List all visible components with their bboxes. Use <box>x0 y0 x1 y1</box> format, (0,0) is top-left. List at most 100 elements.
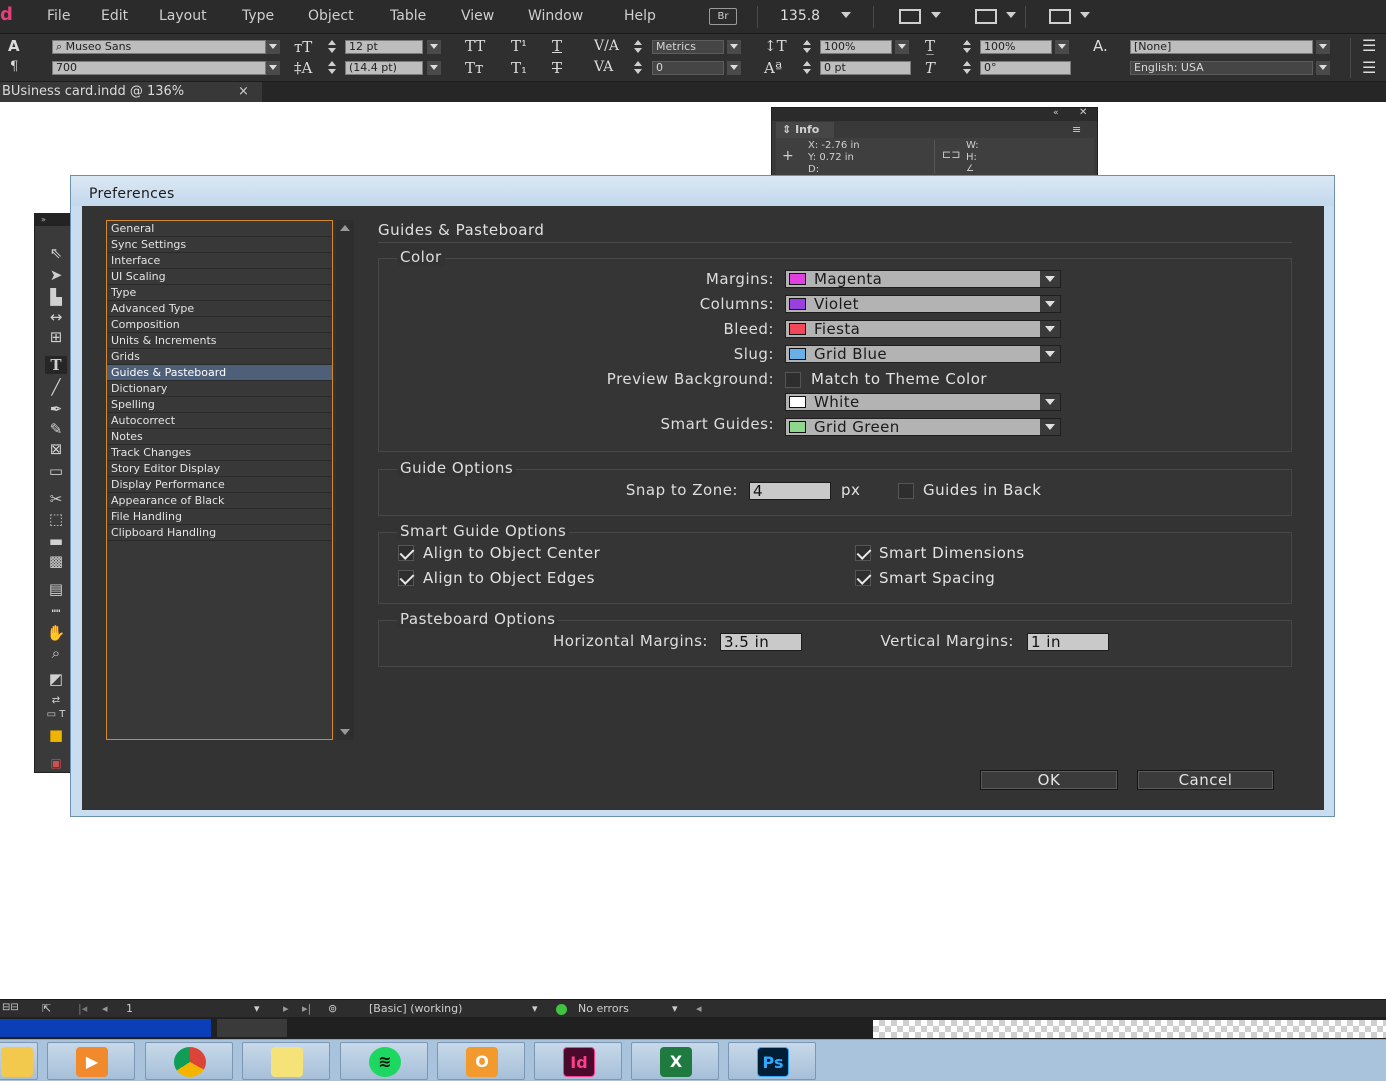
margins-color-select[interactable]: Magenta <box>785 270 1061 288</box>
font-family-field[interactable]: ⌕ Museo Sans <box>52 40 266 54</box>
category-item[interactable]: Display Performance <box>107 477 332 493</box>
menu-edit[interactable]: Edit <box>101 8 128 24</box>
language-field[interactable]: English: USA <box>1130 61 1313 75</box>
category-item[interactable]: Autocorrect <box>107 413 332 429</box>
kerning-field[interactable]: Metrics <box>652 40 724 54</box>
info-panel-tab[interactable]: ⇕ Info <box>776 122 834 138</box>
screen-mode-icon[interactable]: ▣ <box>45 754 67 772</box>
menu-help[interactable]: Help <box>624 8 656 24</box>
profile-chevron-down-icon[interactable]: ▾ <box>532 1002 538 1015</box>
menu-window[interactable]: Window <box>528 8 583 24</box>
pen-tool-icon[interactable]: ✒ <box>45 400 67 418</box>
screen-mode-chevron-down-icon[interactable] <box>1006 12 1016 18</box>
scissors-tool-icon[interactable]: ✂ <box>45 490 67 508</box>
taskbar-indesign[interactable]: Id <box>534 1042 622 1080</box>
last-page-icon[interactable]: ▸| <box>302 1002 311 1015</box>
tracking-field[interactable]: 0 <box>652 61 724 75</box>
category-scrollbar[interactable] <box>336 220 354 740</box>
page-chevron-down-icon[interactable]: ▾ <box>254 1002 260 1015</box>
skew-field[interactable]: 0° <box>980 61 1071 75</box>
next-page-icon[interactable]: ▸ <box>283 1002 289 1015</box>
menu-table[interactable]: Table <box>390 8 426 24</box>
view-options-chevron-down-icon[interactable] <box>931 12 941 18</box>
leading-chevron-down-icon[interactable] <box>427 61 441 75</box>
formatting-affects-icon[interactable]: ▭ T <box>45 706 67 724</box>
zoom-level[interactable]: 135.8 <box>780 8 820 24</box>
category-item[interactable]: Spelling <box>107 397 332 413</box>
vertical-scale-chevron-down-icon[interactable] <box>895 40 909 54</box>
category-item[interactable]: Track Changes <box>107 445 332 461</box>
preflight-status[interactable]: No errors <box>578 1002 629 1015</box>
preflight-profile[interactable]: [Basic] (working) <box>369 1002 462 1015</box>
ok-button[interactable]: OK <box>980 770 1118 790</box>
selection-tool-icon[interactable]: ⇖ <box>45 244 67 262</box>
scroll-up-icon[interactable] <box>340 225 350 231</box>
baseline-shift-stepper[interactable] <box>802 61 811 75</box>
kerning-chevron-down-icon[interactable] <box>727 40 741 54</box>
category-item[interactable]: UI Scaling <box>107 269 332 285</box>
page-tool-icon[interactable]: ▙ <box>45 288 67 306</box>
vertical-margins-input[interactable]: 1 in <box>1027 633 1109 651</box>
bridge-button[interactable]: Br <box>709 8 737 25</box>
chevron-down-icon[interactable] <box>1040 394 1060 410</box>
chevron-down-icon[interactable] <box>1040 419 1060 435</box>
horizontal-margins-input[interactable]: 3.5 in <box>720 633 802 651</box>
guides-in-back-checkbox[interactable] <box>898 483 914 499</box>
kerning-stepper[interactable] <box>633 40 642 54</box>
underline-icon[interactable]: T <box>552 37 562 55</box>
bleed-color-select[interactable]: Fiesta <box>785 320 1061 338</box>
menu-type[interactable]: Type <box>242 8 274 24</box>
taskbar-media-player[interactable]: ▶ <box>47 1042 135 1080</box>
align-object-edges-checkbox[interactable] <box>398 570 414 586</box>
fill-stroke-icon[interactable]: ◩ <box>45 670 67 688</box>
horizontal-scale-chevron-down-icon[interactable] <box>1055 40 1069 54</box>
taskbar-spotify[interactable]: ≋ <box>340 1042 428 1080</box>
category-item[interactable]: General <box>107 221 332 237</box>
gradient-swatch-tool-icon[interactable]: ▬ <box>45 532 67 550</box>
page-number[interactable]: 1 <box>126 1002 133 1015</box>
horizontal-scale-field[interactable]: 100% <box>980 40 1052 54</box>
zoom-chevron-down-icon[interactable] <box>841 12 851 18</box>
font-size-chevron-down-icon[interactable] <box>427 40 441 54</box>
open-in-explorer-icon[interactable]: ⇱ <box>42 1002 51 1015</box>
menu-file[interactable]: File <box>47 8 70 24</box>
arrange-documents-icon[interactable] <box>1049 9 1071 24</box>
skew-stepper[interactable] <box>962 61 971 75</box>
align-justify-icon[interactable]: ☰ <box>1362 58 1376 77</box>
menu-view[interactable]: View <box>461 8 494 24</box>
superscript-icon[interactable]: T¹ <box>511 37 527 55</box>
screen-mode-icon[interactable] <box>975 9 997 24</box>
category-item[interactable]: Type <box>107 285 332 301</box>
chevron-down-icon[interactable] <box>1040 346 1060 362</box>
character-style-field[interactable]: [None] <box>1130 40 1313 54</box>
category-item[interactable]: Appearance of Black <box>107 493 332 509</box>
font-family-chevron-down-icon[interactable] <box>266 40 280 54</box>
category-item[interactable]: Story Editor Display <box>107 461 332 477</box>
close-icon[interactable]: ✕ <box>1079 107 1087 118</box>
match-theme-color-checkbox[interactable] <box>785 372 801 388</box>
collapse-icon[interactable]: « <box>1053 108 1059 118</box>
columns-color-select[interactable]: Violet <box>785 295 1061 313</box>
content-collector-icon[interactable]: ⊞ <box>45 328 67 346</box>
tracking-chevron-down-icon[interactable] <box>727 61 741 75</box>
category-item[interactable]: Composition <box>107 317 332 333</box>
slug-color-select[interactable]: Grid Blue <box>785 345 1061 363</box>
category-item[interactable]: Interface <box>107 253 332 269</box>
type-tool-icon[interactable]: T <box>45 356 67 374</box>
language-chevron-down-icon[interactable] <box>1316 61 1330 75</box>
scrollbar-thumb[interactable] <box>217 1019 287 1037</box>
category-item[interactable]: Notes <box>107 429 332 445</box>
previous-page-icon[interactable]: ◂ <box>102 1002 108 1015</box>
character-formatting-icon[interactable]: A <box>8 37 20 55</box>
snap-to-zone-input[interactable]: 4 <box>749 482 831 500</box>
arrange-documents-chevron-down-icon[interactable] <box>1080 12 1090 18</box>
paragraph-formatting-icon[interactable]: ¶ <box>10 59 18 74</box>
rectangle-frame-tool-icon[interactable]: ⊠ <box>45 440 67 458</box>
rectangle-tool-icon[interactable]: ▭ <box>45 462 67 480</box>
document-tab[interactable]: BUsiness card.indd @ 136% × <box>0 82 262 102</box>
smart-dimensions-checkbox[interactable] <box>855 545 871 561</box>
gap-tool-icon[interactable]: ↔ <box>45 308 67 326</box>
taskbar-photoshop[interactable]: Ps <box>728 1042 816 1080</box>
smart-guides-color-select[interactable]: Grid Green <box>785 418 1061 436</box>
close-icon[interactable]: × <box>238 82 249 102</box>
